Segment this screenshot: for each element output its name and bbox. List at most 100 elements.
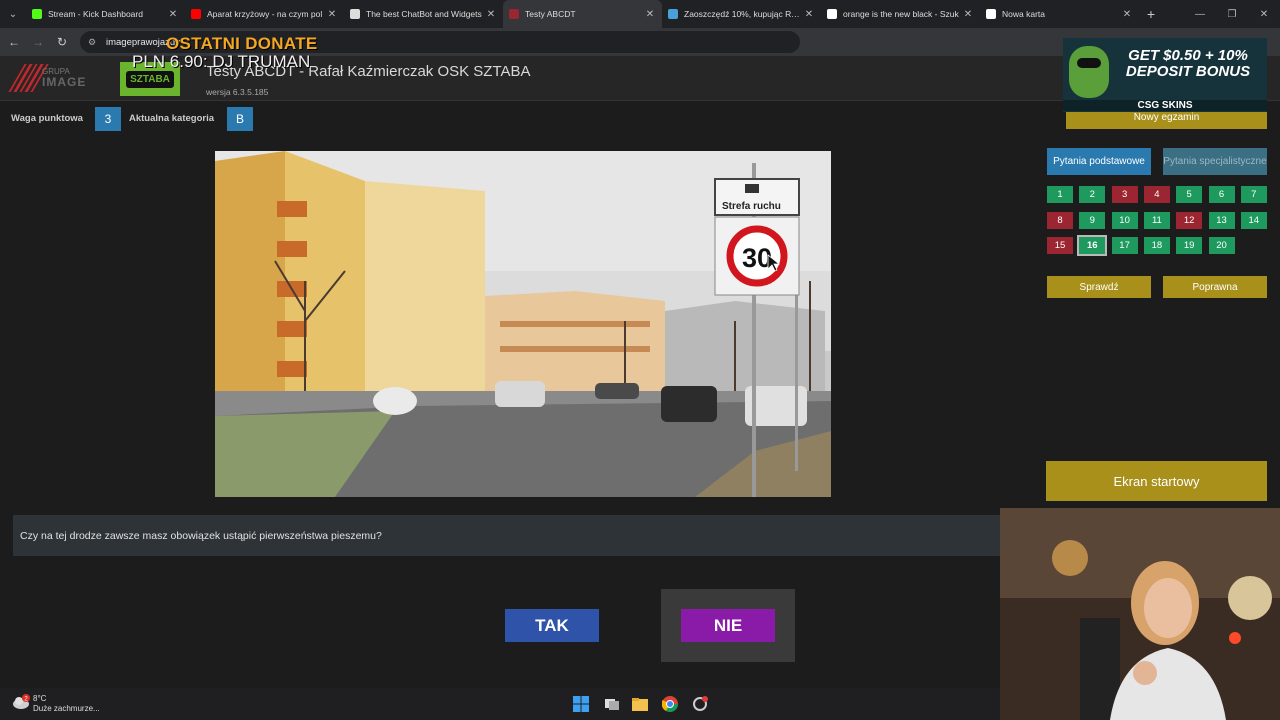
task-view-icon[interactable]	[604, 696, 620, 712]
tab-search-icon[interactable]: ⌄	[0, 0, 26, 28]
answer-yes-button[interactable]: TAK	[505, 609, 599, 642]
question-number-button[interactable]: 6	[1208, 186, 1235, 203]
webcam-overlay	[1000, 508, 1280, 720]
tab-list: Stream - Kick Dashboard ✕ Aparat krzyżowy …	[26, 0, 1139, 28]
browser-tab[interactable]: Nowa karta ✕	[980, 0, 1139, 28]
tab-close-icon[interactable]: ✕	[167, 9, 179, 20]
tab-favicon-icon	[827, 9, 837, 19]
question-number-button[interactable]: 15	[1047, 237, 1073, 254]
tab-title: Stream - Kick Dashboard	[48, 9, 143, 19]
browser-tab-bar: ⌄ Stream - Kick Dashboard ✕ Aparat krzyżow…	[0, 0, 1280, 28]
tab-favicon-icon	[509, 9, 519, 19]
category-label: Aktualna kategoria	[129, 113, 214, 124]
grupa-image-logo: GRUPA IMAGE	[6, 64, 96, 94]
question-number-button[interactable]: 18	[1143, 237, 1170, 254]
question-number-button[interactable]: 9	[1079, 211, 1106, 229]
tab-close-icon[interactable]: ✕	[1121, 9, 1133, 20]
minimize-icon[interactable]: —	[1184, 0, 1216, 28]
question-number-button[interactable]: 13	[1208, 211, 1235, 229]
weather-desc: Duże zachmurze...	[33, 704, 100, 713]
window-controls: — ❐ ✕	[1184, 0, 1280, 28]
app-gear-icon[interactable]	[692, 696, 708, 712]
donate-value: PLN 6.90: DJ TRUMAN	[132, 52, 311, 71]
new-tab-icon[interactable]: +	[1139, 6, 1163, 22]
browser-tab[interactable]: Zaoszczędź 10%, kupując RV T ✕	[662, 0, 821, 28]
question-text: Czy na tej drodze zawsze masz obowiązek …	[13, 515, 1000, 556]
browser-tab[interactable]: Aparat krzyżowy - na czym pol ✕	[185, 0, 344, 28]
tab-basic-questions[interactable]: Pytania podstawowe	[1047, 148, 1151, 175]
tab-favicon-icon	[191, 9, 201, 19]
webcam-image	[1000, 508, 1280, 720]
tab-favicon-icon	[986, 9, 996, 19]
tab-close-icon[interactable]: ✕	[644, 9, 656, 20]
question-number-button[interactable]: 16	[1077, 235, 1108, 256]
ad-brand: CSG SKINS	[1063, 100, 1267, 111]
version-text: wersja 6.3.5.185	[206, 87, 269, 97]
question-number-button[interactable]: 12	[1176, 211, 1203, 229]
site-info-icon[interactable]: ⚙	[88, 37, 100, 48]
windows-start-icon[interactable]	[573, 696, 589, 712]
ad-banner[interactable]: GET $0.50 + 10% DEPOSIT BONUS CSG SKINS	[1063, 38, 1267, 112]
question-number-button[interactable]: 19	[1176, 237, 1203, 254]
tab-favicon-icon	[350, 9, 360, 19]
close-window-icon[interactable]: ✕	[1248, 0, 1280, 28]
sign-plate-text: Strefa ruchu	[722, 201, 781, 212]
question-number-button[interactable]: 11	[1143, 211, 1170, 229]
taskbar	[0, 688, 1000, 720]
question-number-button[interactable]: 2	[1079, 186, 1106, 203]
question-number-button[interactable]: 1	[1047, 186, 1073, 203]
question-number-button[interactable]: 8	[1047, 211, 1073, 229]
sztaba-logo-text: SZTABA	[126, 70, 174, 88]
question-number-button[interactable]: 20	[1208, 237, 1235, 254]
back-icon[interactable]: ←	[2, 35, 26, 49]
tab-close-icon[interactable]: ✕	[485, 9, 497, 20]
browser-tab[interactable]: The best ChatBot and Widgets ✕	[344, 0, 503, 28]
weight-value: 3	[95, 107, 121, 131]
tab-title: orange is the new black - Szuk	[843, 9, 959, 19]
chrome-icon[interactable]	[662, 696, 678, 712]
browser-tab[interactable]: Stream - Kick Dashboard ✕	[26, 0, 185, 28]
forward-icon[interactable]: →	[26, 35, 50, 49]
tab-favicon-icon	[32, 9, 42, 19]
question-image: Strefa ruchu 30	[215, 151, 831, 497]
tab-title: Testy ABCDT	[525, 9, 576, 19]
weather-cloud-icon[interactable]: 2	[12, 694, 30, 710]
ad-text: GET $0.50 + 10% DEPOSIT BONUS	[1125, 47, 1251, 80]
question-number-button[interactable]: 17	[1111, 237, 1138, 254]
tab-favicon-icon	[668, 9, 678, 19]
check-button[interactable]: Sprawdź	[1047, 276, 1151, 298]
weather-widget[interactable]: 8°C Duże zachmurze...	[33, 694, 100, 714]
new-exam-button[interactable]: Nowy egzamin	[1066, 112, 1267, 129]
browser-tab[interactable]: orange is the new black - Szuk ✕	[821, 0, 980, 28]
reload-icon[interactable]: ↻	[50, 35, 74, 49]
speed-limit-text: 30	[742, 243, 772, 273]
tab-close-icon[interactable]: ✕	[803, 9, 815, 20]
tab-special-questions[interactable]: Pytania specjalistyczne	[1163, 148, 1267, 175]
question-number-button[interactable]: 3	[1111, 186, 1138, 203]
tab-title: Zaoszczędź 10%, kupując RV T	[684, 9, 803, 19]
browser-tab[interactable]: Testy ABCDT ✕	[503, 0, 662, 28]
question-number-button[interactable]: 7	[1240, 186, 1267, 203]
ad-character-icon	[1069, 46, 1109, 98]
question-number-button[interactable]: 10	[1111, 211, 1138, 229]
question-number-button[interactable]: 4	[1143, 186, 1170, 203]
start-screen-button[interactable]: Ekran startowy	[1046, 461, 1267, 501]
screen: { "browser": { "tabs": [ {"title": "Stre…	[0, 0, 1280, 720]
answer-no-button[interactable]: NIE	[681, 609, 775, 642]
restore-icon[interactable]: ❐	[1216, 0, 1248, 28]
file-explorer-icon[interactable]	[632, 696, 648, 712]
weight-label: Waga punktowa	[11, 113, 83, 124]
street-scene: Strefa ruchu 30	[215, 151, 831, 497]
donate-title: OSTATNI DONATE	[166, 34, 318, 53]
tab-title: The best ChatBot and Widgets	[366, 9, 482, 19]
grupa-logo-text: GRUPA IMAGE	[42, 67, 87, 89]
category-value: B	[227, 107, 253, 131]
tab-close-icon[interactable]: ✕	[326, 9, 338, 20]
temperature: 8°C	[33, 694, 47, 703]
correct-answer-button[interactable]: Poprawna	[1163, 276, 1267, 298]
tab-title: Nowa karta	[1002, 9, 1045, 19]
question-number-button[interactable]: 5	[1176, 186, 1203, 203]
tab-close-icon[interactable]: ✕	[962, 9, 974, 20]
tab-title: Aparat krzyżowy - na czym pol	[207, 9, 323, 19]
question-number-button[interactable]: 14	[1240, 211, 1267, 229]
